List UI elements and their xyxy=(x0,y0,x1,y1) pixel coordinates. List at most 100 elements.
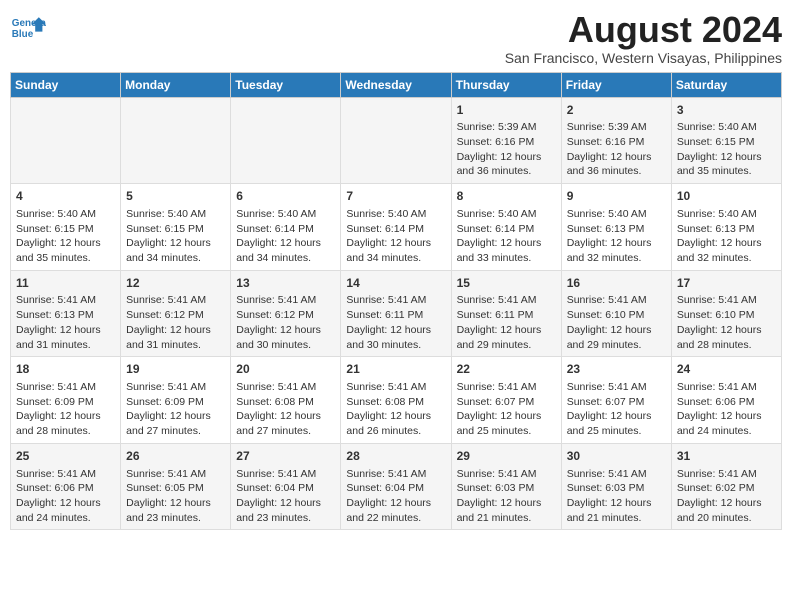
cell-text: Sunset: 6:16 PM xyxy=(567,135,666,150)
calendar-week-row: 4Sunrise: 5:40 AMSunset: 6:15 PMDaylight… xyxy=(11,184,782,271)
calendar-body: 1Sunrise: 5:39 AMSunset: 6:16 PMDaylight… xyxy=(11,97,782,530)
day-number: 26 xyxy=(126,448,225,465)
calendar-cell: 2Sunrise: 5:39 AMSunset: 6:16 PMDaylight… xyxy=(561,97,671,184)
cell-text: and 23 minutes. xyxy=(126,511,225,526)
day-number: 29 xyxy=(457,448,556,465)
calendar-cell: 18Sunrise: 5:41 AMSunset: 6:09 PMDayligh… xyxy=(11,357,121,444)
cell-text: Sunset: 6:15 PM xyxy=(677,135,776,150)
cell-text: and 35 minutes. xyxy=(677,164,776,179)
cell-text: and 21 minutes. xyxy=(567,511,666,526)
cell-text: Sunset: 6:04 PM xyxy=(236,481,335,496)
cell-text: Daylight: 12 hours xyxy=(16,496,115,511)
svg-text:Blue: Blue xyxy=(12,29,34,40)
calendar-cell: 17Sunrise: 5:41 AMSunset: 6:10 PMDayligh… xyxy=(671,270,781,357)
day-number: 24 xyxy=(677,361,776,378)
cell-text: and 20 minutes. xyxy=(677,511,776,526)
cell-text: Sunset: 6:09 PM xyxy=(16,395,115,410)
day-number: 27 xyxy=(236,448,335,465)
cell-text: Daylight: 12 hours xyxy=(346,496,445,511)
calendar-week-row: 25Sunrise: 5:41 AMSunset: 6:06 PMDayligh… xyxy=(11,443,782,530)
cell-text: Sunrise: 5:41 AM xyxy=(457,467,556,482)
cell-text: Sunset: 6:16 PM xyxy=(457,135,556,150)
calendar-cell: 26Sunrise: 5:41 AMSunset: 6:05 PMDayligh… xyxy=(121,443,231,530)
cell-text: Daylight: 12 hours xyxy=(236,236,335,251)
cell-text: Daylight: 12 hours xyxy=(126,323,225,338)
cell-text: Daylight: 12 hours xyxy=(16,323,115,338)
cell-text: Sunrise: 5:41 AM xyxy=(677,467,776,482)
calendar-cell: 14Sunrise: 5:41 AMSunset: 6:11 PMDayligh… xyxy=(341,270,451,357)
cell-text: Sunrise: 5:41 AM xyxy=(567,380,666,395)
logo: General Blue xyxy=(10,10,46,46)
cell-text: and 25 minutes. xyxy=(457,424,556,439)
cell-text: and 24 minutes. xyxy=(16,511,115,526)
cell-text: and 32 minutes. xyxy=(567,251,666,266)
cell-text: Sunrise: 5:40 AM xyxy=(346,207,445,222)
day-number: 25 xyxy=(16,448,115,465)
calendar-cell xyxy=(11,97,121,184)
cell-text: Daylight: 12 hours xyxy=(567,323,666,338)
cell-text: and 35 minutes. xyxy=(16,251,115,266)
col-tuesday: Tuesday xyxy=(231,72,341,97)
cell-text: Daylight: 12 hours xyxy=(457,496,556,511)
cell-text: and 31 minutes. xyxy=(16,338,115,353)
cell-text: Sunrise: 5:41 AM xyxy=(126,467,225,482)
cell-text: and 36 minutes. xyxy=(457,164,556,179)
month-year-title: August 2024 xyxy=(505,10,782,50)
cell-text: and 28 minutes. xyxy=(16,424,115,439)
cell-text: Sunrise: 5:39 AM xyxy=(457,120,556,135)
cell-text: Daylight: 12 hours xyxy=(236,496,335,511)
day-number: 22 xyxy=(457,361,556,378)
cell-text: Sunrise: 5:40 AM xyxy=(236,207,335,222)
cell-text: Daylight: 12 hours xyxy=(236,409,335,424)
cell-text: Daylight: 12 hours xyxy=(126,496,225,511)
cell-text: Sunset: 6:13 PM xyxy=(567,222,666,237)
calendar-cell: 12Sunrise: 5:41 AMSunset: 6:12 PMDayligh… xyxy=(121,270,231,357)
cell-text: Sunset: 6:12 PM xyxy=(236,308,335,323)
cell-text: and 34 minutes. xyxy=(126,251,225,266)
col-monday: Monday xyxy=(121,72,231,97)
cell-text: Daylight: 12 hours xyxy=(346,323,445,338)
cell-text: Sunrise: 5:41 AM xyxy=(16,293,115,308)
day-number: 16 xyxy=(567,275,666,292)
cell-text: Sunset: 6:08 PM xyxy=(236,395,335,410)
cell-text: Sunrise: 5:41 AM xyxy=(16,380,115,395)
cell-text: Sunrise: 5:39 AM xyxy=(567,120,666,135)
cell-text: Daylight: 12 hours xyxy=(677,323,776,338)
cell-text: Sunset: 6:06 PM xyxy=(677,395,776,410)
cell-text: and 34 minutes. xyxy=(236,251,335,266)
calendar-week-row: 11Sunrise: 5:41 AMSunset: 6:13 PMDayligh… xyxy=(11,270,782,357)
calendar-cell: 28Sunrise: 5:41 AMSunset: 6:04 PMDayligh… xyxy=(341,443,451,530)
cell-text: and 29 minutes. xyxy=(457,338,556,353)
cell-text: Sunset: 6:11 PM xyxy=(457,308,556,323)
cell-text: Sunrise: 5:40 AM xyxy=(126,207,225,222)
cell-text: Sunset: 6:12 PM xyxy=(126,308,225,323)
col-thursday: Thursday xyxy=(451,72,561,97)
day-number: 11 xyxy=(16,275,115,292)
cell-text: and 28 minutes. xyxy=(677,338,776,353)
cell-text: and 32 minutes. xyxy=(677,251,776,266)
calendar-cell: 29Sunrise: 5:41 AMSunset: 6:03 PMDayligh… xyxy=(451,443,561,530)
calendar-cell: 23Sunrise: 5:41 AMSunset: 6:07 PMDayligh… xyxy=(561,357,671,444)
calendar-cell: 20Sunrise: 5:41 AMSunset: 6:08 PMDayligh… xyxy=(231,357,341,444)
cell-text: Sunrise: 5:41 AM xyxy=(236,293,335,308)
cell-text: Sunset: 6:13 PM xyxy=(16,308,115,323)
cell-text: Daylight: 12 hours xyxy=(677,409,776,424)
logo-icon: General Blue xyxy=(10,10,46,46)
cell-text: Sunset: 6:14 PM xyxy=(346,222,445,237)
cell-text: and 31 minutes. xyxy=(126,338,225,353)
calendar-cell: 25Sunrise: 5:41 AMSunset: 6:06 PMDayligh… xyxy=(11,443,121,530)
cell-text: Sunset: 6:08 PM xyxy=(346,395,445,410)
cell-text: Sunset: 6:03 PM xyxy=(567,481,666,496)
title-block: August 2024 San Francisco, Western Visay… xyxy=(505,10,782,66)
day-number: 21 xyxy=(346,361,445,378)
cell-text: and 29 minutes. xyxy=(567,338,666,353)
cell-text: Sunrise: 5:41 AM xyxy=(346,380,445,395)
cell-text: and 27 minutes. xyxy=(236,424,335,439)
cell-text: and 30 minutes. xyxy=(346,338,445,353)
cell-text: Sunrise: 5:41 AM xyxy=(346,467,445,482)
cell-text: Daylight: 12 hours xyxy=(457,323,556,338)
cell-text: Sunrise: 5:40 AM xyxy=(677,120,776,135)
cell-text: Daylight: 12 hours xyxy=(457,409,556,424)
calendar-cell: 22Sunrise: 5:41 AMSunset: 6:07 PMDayligh… xyxy=(451,357,561,444)
cell-text: Sunrise: 5:40 AM xyxy=(677,207,776,222)
